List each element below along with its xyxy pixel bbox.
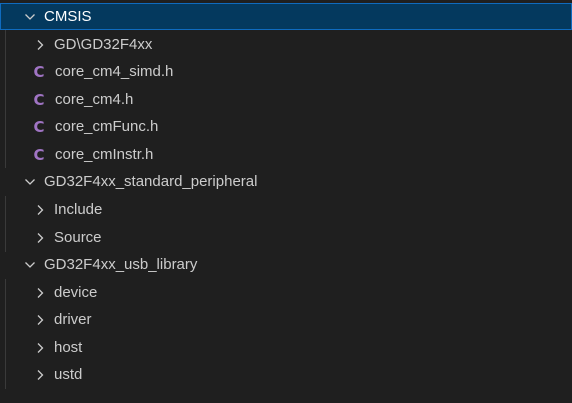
c-language-file-icon: C — [33, 90, 45, 109]
chevron-right-icon — [33, 231, 47, 245]
tree-folder-device[interactable]: device — [0, 279, 572, 306]
tree-folder-label: host — [54, 339, 83, 356]
chevron-right-icon — [33, 313, 47, 327]
tree-folder-label: GD32F4xx_standard_peripheral — [44, 173, 258, 190]
chevron-right-icon — [33, 368, 47, 382]
tree-folder-gd32f4xx[interactable]: GD\GD32F4xx — [0, 31, 572, 58]
tree-folder-label: ustd — [54, 366, 83, 383]
tree-folder-label: device — [54, 284, 98, 301]
chevron-right-icon — [33, 341, 47, 355]
chevron-right-icon — [33, 203, 47, 217]
tree-file-core-cminstr[interactable]: C core_cmInstr.h — [0, 141, 572, 168]
tree-folder-host[interactable]: host — [0, 334, 572, 361]
tree-folder-label: CMSIS — [44, 8, 92, 25]
tree-folder-label: Source — [54, 229, 102, 246]
chevron-down-icon — [23, 175, 37, 189]
tree-file-label: core_cm4_simd.h — [55, 63, 174, 80]
tree-folder-label: GD32F4xx_usb_library — [44, 256, 198, 273]
tree-file-core-cm4[interactable]: C core_cm4.h — [0, 86, 572, 113]
tree-file-core-cm4-simd[interactable]: C core_cm4_simd.h — [0, 58, 572, 85]
tree-folder-label: GD\GD32F4xx — [54, 36, 153, 53]
tree-file-label: core_cmInstr.h — [55, 146, 154, 163]
tree-folder-cmsis[interactable]: CMSIS — [0, 3, 572, 30]
tree-file-label: core_cmFunc.h — [55, 118, 159, 135]
c-language-file-icon: C — [33, 145, 45, 164]
explorer-tree: CMSIS GD\GD32F4xx C core_cm4_simd.h C co… — [0, 0, 572, 403]
tree-folder-driver[interactable]: driver — [0, 306, 572, 333]
tree-folder-source[interactable]: Source — [0, 224, 572, 251]
tree-folder-standard-peripheral[interactable]: GD32F4xx_standard_peripheral — [0, 168, 572, 195]
tree-folder-label: Include — [54, 201, 103, 218]
tree-file-label: core_cm4.h — [55, 91, 134, 108]
tree-folder-ustd[interactable]: ustd — [0, 361, 572, 388]
c-language-file-icon: C — [33, 117, 45, 136]
tree-folder-label: driver — [54, 311, 92, 328]
tree-file-core-cmfunc[interactable]: C core_cmFunc.h — [0, 113, 572, 140]
chevron-down-icon — [23, 10, 37, 24]
tree-folder-include[interactable]: Include — [0, 196, 572, 223]
tree-folder-usb-library[interactable]: GD32F4xx_usb_library — [0, 251, 572, 278]
chevron-down-icon — [23, 258, 37, 272]
c-language-file-icon: C — [33, 62, 45, 81]
chevron-right-icon — [33, 286, 47, 300]
chevron-right-icon — [33, 38, 47, 52]
